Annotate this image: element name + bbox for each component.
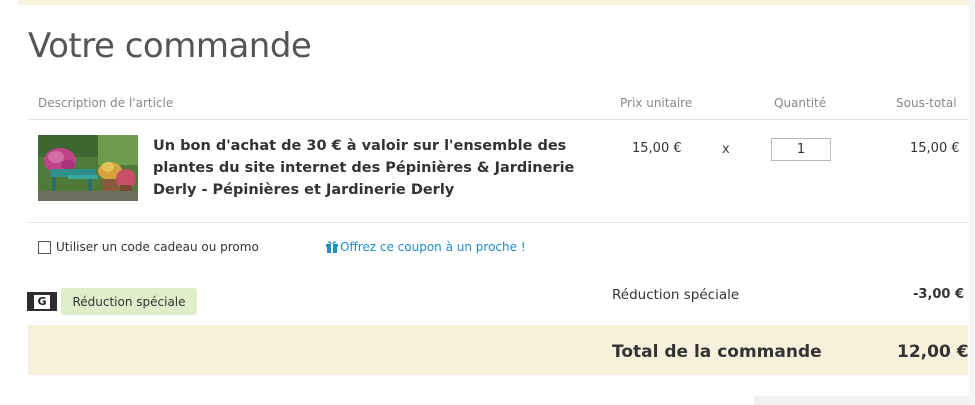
bottom-panel bbox=[754, 396, 969, 405]
flower-garden-photo-icon bbox=[38, 135, 138, 201]
promo-code-label[interactable]: Utiliser un code cadeau ou promo bbox=[56, 240, 259, 254]
product-name[interactable]: Un bon d'achat de 30 € à valoir sur l'en… bbox=[153, 135, 603, 201]
promo-code-checkbox[interactable] bbox=[38, 241, 51, 254]
column-header-subtotal: Sous-total bbox=[896, 96, 957, 110]
unit-price: 15,00 € bbox=[632, 141, 682, 156]
order-total-band bbox=[28, 325, 968, 375]
gift-icon[interactable] bbox=[325, 239, 339, 253]
product-image[interactable] bbox=[38, 135, 138, 201]
order-total-label: Total de la commande bbox=[612, 342, 822, 362]
discount-label: Réduction spéciale bbox=[612, 287, 740, 303]
column-header-unit-price: Prix unitaire bbox=[620, 96, 693, 110]
header-divider bbox=[28, 119, 968, 120]
gift-coupon-link[interactable]: Offrez ce coupon à un proche ! bbox=[340, 240, 526, 254]
column-header-description: Description de l'article bbox=[38, 96, 174, 110]
discount-amount: -3,00 € bbox=[913, 287, 965, 302]
column-header-quantity: Quantité bbox=[774, 96, 827, 110]
multiply-sign: x bbox=[722, 142, 730, 157]
order-total-amount: 12,00 € bbox=[897, 342, 969, 362]
right-edge-panel bbox=[969, 0, 975, 405]
g-letter: G bbox=[34, 294, 50, 309]
g-badge-icon: G bbox=[27, 292, 57, 311]
page-title: Votre commande bbox=[28, 26, 312, 66]
row-subtotal: 15,00 € bbox=[910, 141, 960, 156]
row-divider bbox=[28, 222, 968, 223]
top-banner-strip bbox=[18, 0, 975, 5]
discount-tag[interactable]: Réduction spéciale bbox=[61, 288, 197, 315]
quantity-input[interactable] bbox=[771, 138, 831, 161]
